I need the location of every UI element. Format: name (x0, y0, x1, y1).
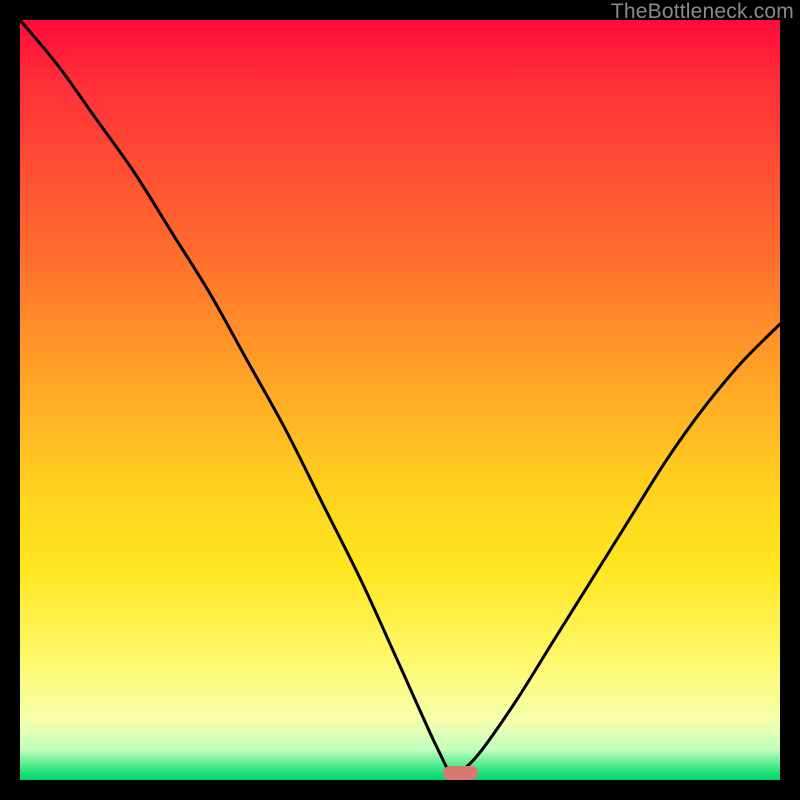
watermark-text: TheBottleneck.com (611, 0, 794, 24)
chart-frame: TheBottleneck.com (0, 0, 800, 800)
optimal-point-marker (443, 766, 478, 780)
bottleneck-curve (20, 20, 780, 780)
plot-area (20, 20, 780, 780)
